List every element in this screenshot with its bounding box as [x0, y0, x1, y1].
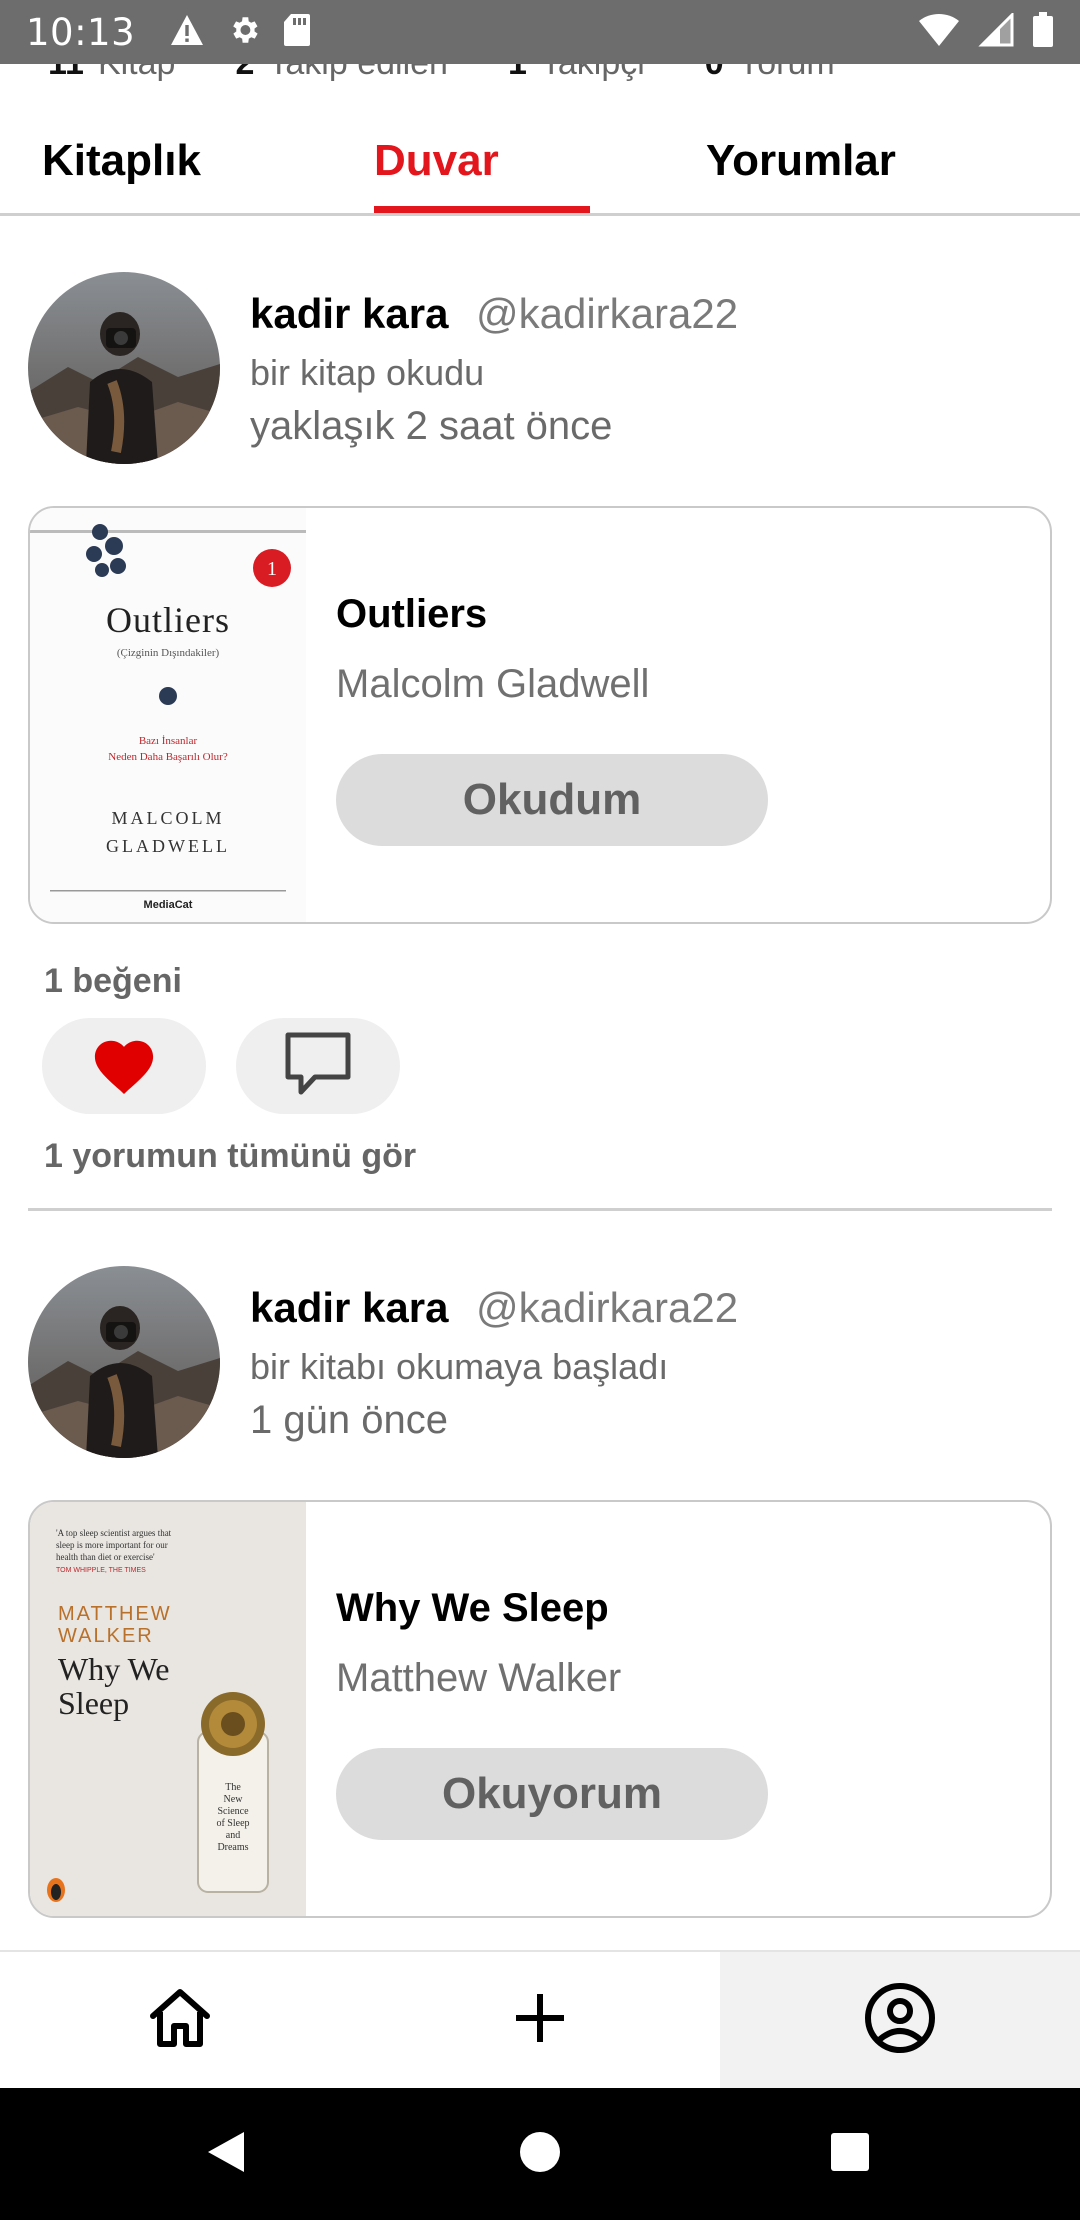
cover-title: Sleep [58, 1685, 129, 1721]
avatar[interactable] [28, 272, 220, 464]
tab-kitaplik[interactable]: Kitaplık [42, 136, 201, 186]
warning-icon [169, 13, 205, 52]
stat-books[interactable]: 11Kitap [48, 64, 175, 83]
cover-subtitle: New [224, 1794, 244, 1805]
system-home-button[interactable] [480, 2088, 600, 2220]
system-navigation-bar [0, 2088, 1080, 2220]
avatar[interactable] [28, 1266, 220, 1458]
book-card[interactable]: 1 Outliers (Çizginin Dışındakiler) Bazı … [28, 506, 1052, 924]
cellular-signal-icon [978, 10, 1014, 52]
cover-tagline: Neden Daha Başarılı Olur? [108, 751, 228, 763]
wifi-icon [918, 13, 960, 52]
comment-icon [283, 1030, 353, 1103]
tab-duvar[interactable]: Duvar [374, 136, 499, 186]
cover-author: WALKER [58, 1625, 154, 1647]
cover-subtitle: The [225, 1782, 241, 1793]
system-back-button[interactable] [166, 2088, 286, 2220]
like-button[interactable] [42, 1018, 206, 1114]
system-recents-button[interactable] [790, 2088, 910, 2220]
nav-home[interactable] [0, 1952, 360, 2088]
cover-subtitle: Science [217, 1806, 249, 1817]
cover-author: MALCOLM [111, 808, 224, 828]
stat-following[interactable]: 2Takip edilen [235, 64, 447, 83]
user-name[interactable]: kadir kara [250, 1284, 448, 1332]
cover-tagline: Bazı İnsanlar [139, 735, 198, 747]
view-all-comments-link[interactable]: 1 yorumun tümünü gör [44, 1137, 416, 1176]
back-icon [204, 2128, 248, 2181]
cover-quote: health than diet or exercise' [56, 1552, 155, 1562]
cover-title: Outliers [106, 600, 230, 640]
bottom-navigation [0, 1950, 1080, 2088]
comment-button[interactable] [236, 1018, 400, 1114]
stat-followers[interactable]: 1Takipçi [508, 64, 645, 83]
cover-author: MATTHEW [58, 1603, 172, 1625]
profile-stats: 11Kitap 2Takip edilen 1Takipçi 0Yorum [0, 64, 1080, 84]
cover-quote: 'A top sleep scientist argues that [56, 1528, 172, 1538]
cover-author: GLADWELL [106, 836, 230, 856]
book-cover: 'A top sleep scientist argues that sleep… [30, 1502, 306, 1916]
post-action-text: bir kitap okudu [250, 352, 485, 393]
book-author: Malcolm Gladwell [336, 662, 650, 706]
post-timestamp: yaklaşık 2 saat önce [250, 404, 613, 448]
book-card[interactable]: 'A top sleep scientist argues that sleep… [28, 1500, 1052, 1918]
book-title[interactable]: Outliers [336, 592, 487, 637]
status-time: 10:13 [26, 10, 136, 54]
cover-publisher: MediaCat [144, 899, 193, 911]
cover-quote-source: TOM WHIPPLE, THE TIMES [56, 1567, 146, 1574]
profile-tabs: Kitaplık Duvar Yorumlar [0, 120, 1080, 216]
cover-badge: 1 [267, 558, 277, 580]
cover-subtitle: and [226, 1830, 240, 1841]
gear-icon [227, 13, 261, 52]
cover-subtitle: of Sleep [216, 1818, 249, 1829]
active-tab-indicator [374, 206, 590, 213]
nav-profile[interactable] [720, 1952, 1080, 2088]
status-bar: 10:13 [0, 0, 1080, 64]
plus-icon [514, 1992, 566, 2049]
home-icon [147, 1988, 213, 2053]
heart-icon [88, 1032, 160, 1101]
reading-status-button[interactable]: Okudum [336, 754, 768, 846]
tab-yorumlar[interactable]: Yorumlar [706, 136, 896, 186]
post-action-text: bir kitabı okumaya başladı [250, 1346, 669, 1387]
stat-comments[interactable]: 0Yorum [705, 64, 835, 83]
book-author: Matthew Walker [336, 1656, 622, 1700]
cover-subtitle: (Çizginin Dışındakiler) [117, 647, 220, 659]
home-circle-icon [519, 2131, 561, 2178]
battery-icon [1032, 11, 1054, 53]
cover-title: Why We [58, 1651, 169, 1687]
account-circle-icon [864, 1982, 936, 2059]
likes-count[interactable]: 1 beğeni [44, 962, 182, 1001]
book-title[interactable]: Why We Sleep [336, 1586, 609, 1631]
post-timestamp: 1 gün önce [250, 1398, 448, 1442]
user-handle[interactable]: @kadirkara22 [476, 1284, 738, 1332]
cover-subtitle: Dreams [217, 1842, 248, 1853]
reading-status-button[interactable]: Okuyorum [336, 1748, 768, 1840]
user-handle[interactable]: @kadirkara22 [476, 290, 738, 338]
book-cover: 1 Outliers (Çizginin Dışındakiler) Bazı … [30, 508, 306, 922]
recents-icon [829, 2131, 871, 2178]
nav-add[interactable] [360, 1952, 720, 2088]
penguin-logo-icon [47, 1878, 65, 1902]
user-name[interactable]: kadir kara [250, 290, 448, 338]
cover-quote: sleep is more important for our [56, 1540, 168, 1550]
post-divider [28, 1208, 1052, 1211]
sd-card-icon [283, 13, 311, 52]
